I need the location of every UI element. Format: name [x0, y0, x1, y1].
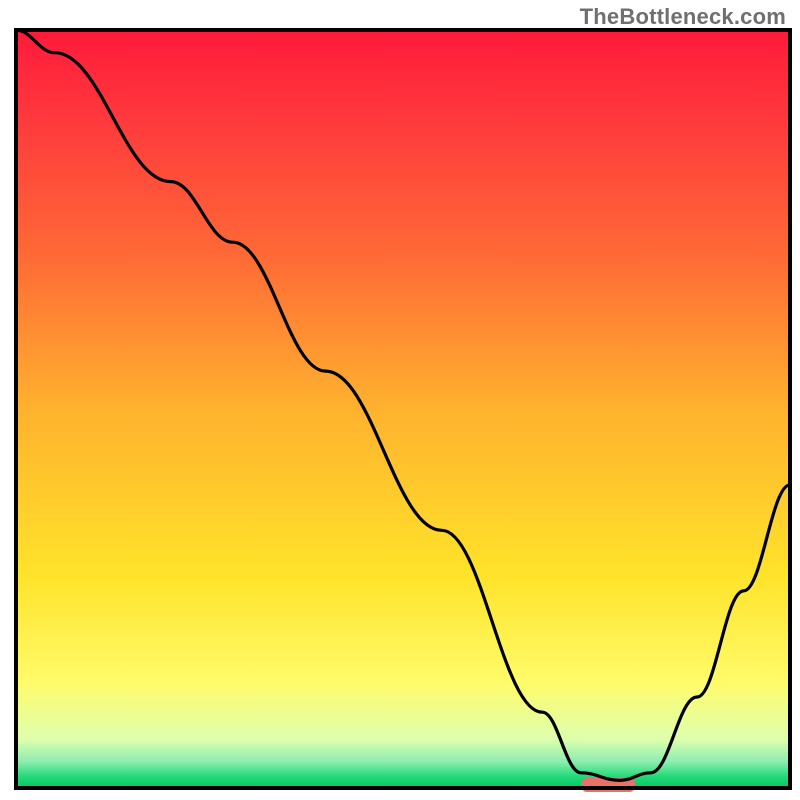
bottleneck-chart	[0, 0, 800, 800]
chart-frame: TheBottleneck.com	[0, 0, 800, 800]
plot-background	[16, 30, 790, 788]
watermark-text: TheBottleneck.com	[580, 4, 786, 30]
